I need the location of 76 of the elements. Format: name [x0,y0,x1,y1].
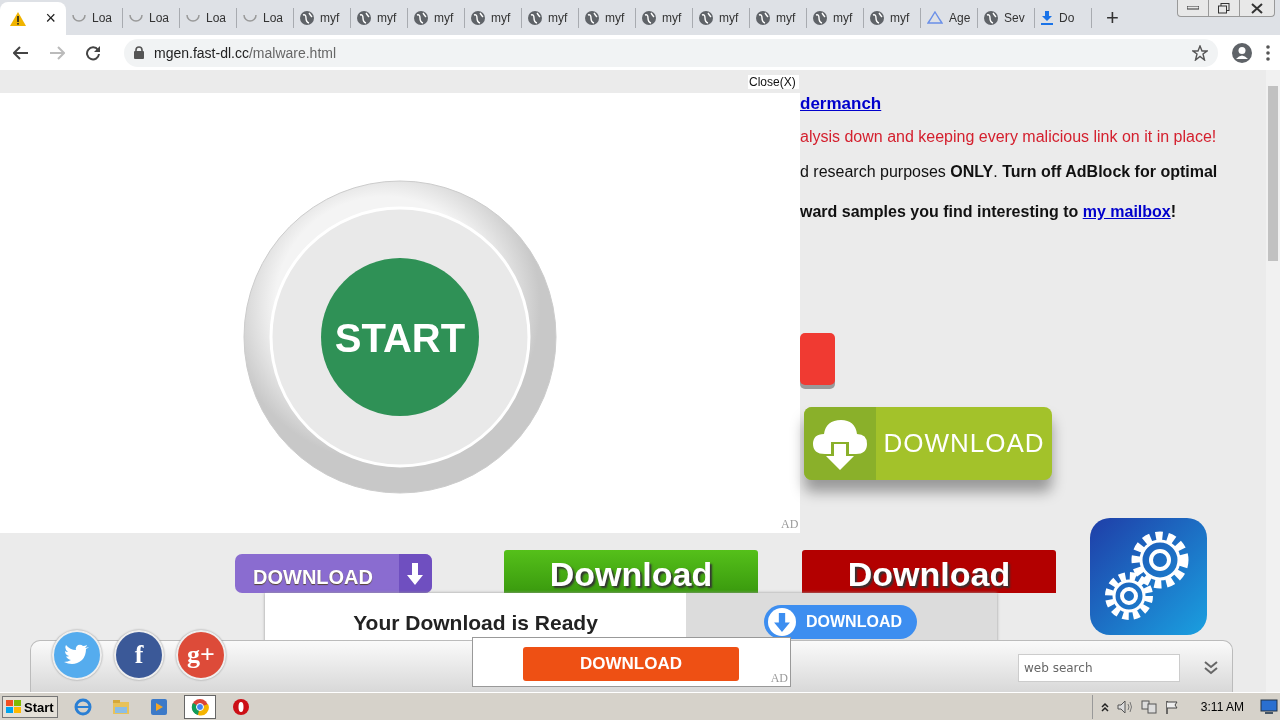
download-button[interactable]: DOWNLOAD [235,554,432,593]
arrow-down-icon [774,612,790,632]
close-link[interactable]: Close(X) [748,75,799,89]
browser-tab[interactable]: myf [636,8,693,28]
browser-tab[interactable]: myf [522,8,579,28]
browser-tab[interactable]: Do [1035,8,1092,28]
loading-icon [243,14,257,22]
request-text: ward samples you find interesting to my mailbox! [800,203,1177,221]
globe-icon [300,11,314,25]
browser-tab[interactable]: myf [465,8,522,28]
loading-icon [72,14,86,22]
globe-icon [870,11,884,25]
warning-text: alysis down and keeping every malicious link on it in place! [800,128,1217,146]
share-button[interactable]: g+ [176,630,226,680]
start-button[interactable]: START [243,180,557,494]
loading-icon [129,14,143,22]
share-button[interactable]: f [114,630,164,680]
search-field[interactable]: web search [1018,654,1180,682]
warning-icon [10,11,26,26]
globe-icon [357,11,371,25]
globe-icon [471,11,485,25]
globe-icon [813,11,827,25]
download-icon [1041,11,1053,25]
minimize-icon [1187,6,1199,10]
close-icon[interactable]: × [45,8,56,29]
ad-label: AD [781,517,799,532]
address-bar[interactable]: mgen.fast-dl.cc/malware.html [124,38,1218,67]
profile-icon[interactable] [1232,42,1252,63]
network-icon[interactable] [1140,700,1157,714]
browser-tab[interactable]: myf [408,8,465,28]
clock: 3:11 AM [1200,700,1244,714]
gear-icon[interactable] [1090,518,1207,635]
globe-icon [699,11,713,25]
flag-icon[interactable] [1164,700,1179,714]
globe-icon [528,11,542,25]
star-icon[interactable] [1192,44,1208,61]
browser-tab[interactable]: Loa [66,8,123,28]
ad-label: AD [770,671,788,686]
globe-icon [585,11,599,25]
browser-tab[interactable]: Sev [978,8,1035,28]
globe-icon [984,11,998,25]
scrollbar[interactable] [1266,70,1280,692]
windows-logo-icon [6,700,22,714]
start-button[interactable]: Start [2,696,58,718]
menu-icon[interactable] [1266,44,1270,61]
browser-tab[interactable]: Loa [237,8,294,28]
browser-tab[interactable]: Loa [123,8,180,28]
mailbox-link[interactable]: my mailbox [1082,203,1171,220]
download-button[interactable]: Download [802,550,1056,593]
new-tab-button[interactable]: + [1106,5,1119,31]
close-icon [1251,2,1263,14]
globe-icon [414,11,428,25]
browser-tab[interactable]: myf [294,8,351,28]
browser-tab[interactable]: myf [807,8,864,28]
browser-tab[interactable]: Loa [180,8,237,28]
loading-icon [186,14,200,22]
browser-tab[interactable]: myf [351,8,408,28]
url-text: mgen.fast-dl.cc/malware.html [154,44,337,61]
browser-tab[interactable]: myf [579,8,636,28]
globe-icon [642,11,656,25]
chevron-up-icon[interactable] [1100,702,1109,712]
speaker-icon[interactable] [1116,700,1133,714]
notice-text: d research purposes ONLY. Turn off AdBlock for optimal [800,163,1218,181]
browser-tab[interactable]: myf [693,8,750,28]
bird-icon [64,644,90,666]
browser-tab[interactable]: Age [921,8,978,28]
browser-tab[interactable]: myf [864,8,921,28]
author-link[interactable]: dermanch [800,94,882,114]
download-button[interactable]: DOWNLOAD [523,647,739,681]
taskbar-app[interactable] [183,695,216,719]
browser-tab[interactable]: × [0,2,66,35]
globe-icon [756,11,770,25]
browser-tab[interactable]: myf [750,8,807,28]
arrow-down-icon [407,562,424,585]
lock-icon [134,46,144,59]
desktop-icon[interactable] [1260,699,1278,715]
